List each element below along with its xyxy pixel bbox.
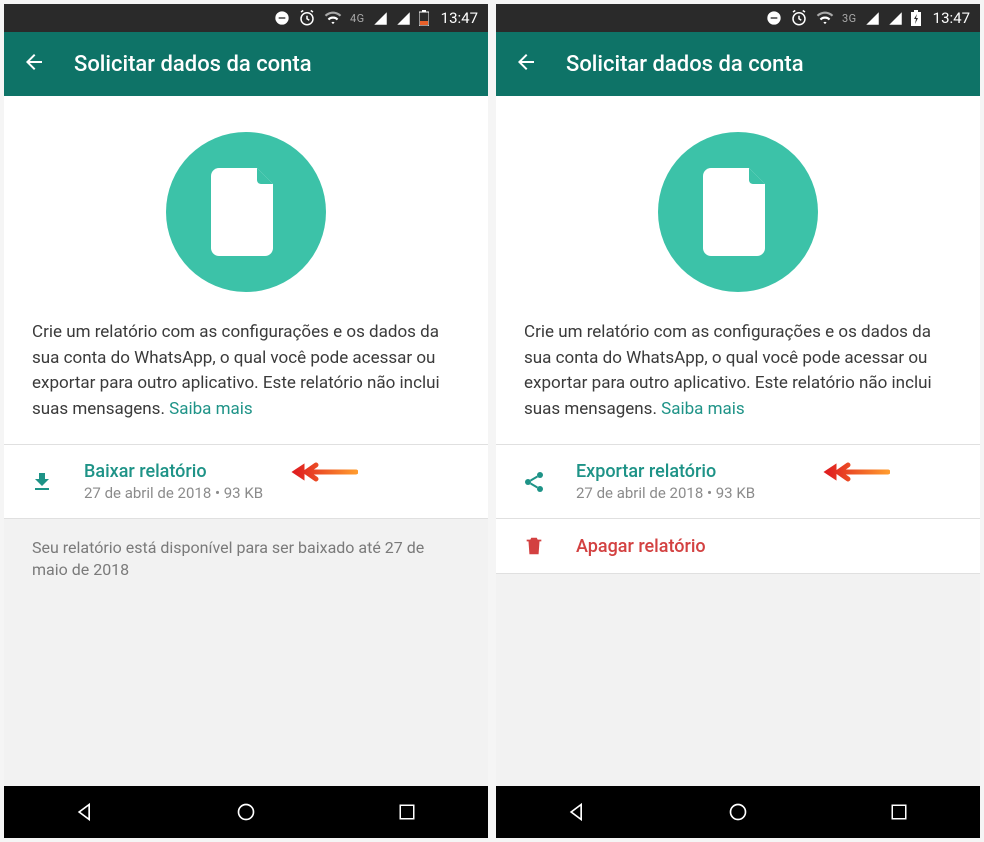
nav-home-button[interactable] [678, 792, 798, 832]
app-bar: Solicitar dados da conta [496, 32, 980, 96]
nav-bar [4, 786, 488, 838]
nav-home-icon [728, 802, 748, 822]
download-report-button[interactable]: Baixar relatório 27 de abril de 2018 • 9… [4, 445, 488, 518]
alarm-icon [298, 9, 316, 27]
learn-more-link[interactable]: Saiba mais [661, 399, 745, 419]
network-type: 4G [350, 12, 365, 25]
page-title: Solicitar dados da conta [566, 52, 804, 77]
nav-recent-button[interactable] [839, 792, 959, 832]
download-title: Baixar relatório [84, 461, 464, 482]
nav-home-icon [236, 802, 256, 822]
back-arrow-icon [22, 50, 46, 74]
nav-back-icon [75, 802, 95, 822]
content-area: Crie um relatório com as configurações e… [496, 96, 980, 786]
delete-report-button[interactable]: Apagar relatório [496, 519, 980, 573]
document-hero-icon [658, 132, 818, 292]
status-bar: 3G 13:47 [496, 4, 980, 32]
hero-section [4, 96, 488, 320]
content-area: Crie um relatório com as configurações e… [4, 96, 488, 786]
trash-icon [520, 535, 548, 557]
dnd-icon [766, 10, 782, 26]
nav-recent-icon [890, 803, 908, 821]
hero-section [496, 96, 980, 320]
document-hero-icon [166, 132, 326, 292]
battery-charging-icon [911, 10, 921, 26]
back-button[interactable] [514, 50, 538, 78]
network-type: 3G [842, 12, 857, 25]
export-report-button[interactable]: Exportar relatório 27 de abril de 2018 •… [496, 445, 980, 518]
export-title: Exportar relatório [576, 461, 956, 482]
learn-more-link[interactable]: Saiba mais [169, 399, 253, 419]
clock-time: 13:47 [933, 9, 970, 27]
share-icon [520, 470, 548, 494]
battery-icon [419, 10, 429, 26]
download-icon [28, 470, 56, 494]
nav-back-icon [567, 802, 587, 822]
nav-recent-button[interactable] [347, 792, 467, 832]
back-arrow-icon [514, 50, 538, 74]
signal-icon-2 [888, 11, 903, 26]
nav-bar [496, 786, 980, 838]
export-subtitle: 27 de abril de 2018 • 93 KB [576, 484, 956, 502]
wifi-icon [816, 9, 834, 27]
signal-icon-2 [396, 11, 411, 26]
nav-back-button[interactable] [25, 792, 145, 832]
wifi-icon [324, 9, 342, 27]
status-bar: 4G 13:47 [4, 4, 488, 32]
phone-right: 3G 13:47 Solicitar dados da conta Crie u… [496, 4, 980, 838]
signal-icon [373, 11, 388, 26]
delete-title: Apagar relatório [576, 536, 956, 557]
alarm-icon [790, 9, 808, 27]
blank-area [496, 574, 980, 786]
availability-note: Seu relatório está disponível para ser b… [4, 519, 488, 786]
clock-time: 13:47 [441, 9, 478, 27]
back-button[interactable] [22, 50, 46, 78]
description-text: Crie um relatório com as configurações e… [4, 320, 488, 444]
nav-back-button[interactable] [517, 792, 637, 832]
signal-icon [865, 11, 880, 26]
description-text: Crie um relatório com as configurações e… [496, 320, 980, 444]
nav-recent-icon [398, 803, 416, 821]
page-title: Solicitar dados da conta [74, 52, 312, 77]
dnd-icon [274, 10, 290, 26]
app-bar: Solicitar dados da conta [4, 32, 488, 96]
nav-home-button[interactable] [186, 792, 306, 832]
download-subtitle: 27 de abril de 2018 • 93 KB [84, 484, 464, 502]
phone-left: 4G 13:47 Solicitar dados da conta Crie u… [4, 4, 488, 838]
